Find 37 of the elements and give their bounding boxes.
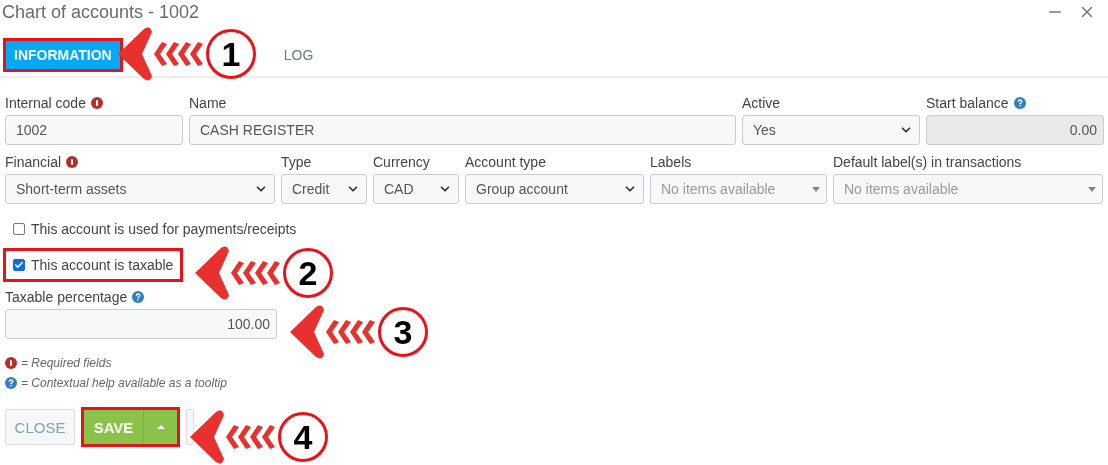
field-label: Currency: [373, 153, 430, 170]
window-title: Chart of accounts - 1002: [2, 1, 200, 23]
checkbox-label: This account is taxable: [31, 257, 174, 273]
step-number: 4: [278, 412, 328, 462]
extra-button[interactable]: [186, 409, 194, 445]
field-label: Active: [742, 94, 781, 111]
required-icon: [5, 357, 17, 369]
step-number: 3: [378, 307, 428, 357]
field-label: Financial: [5, 153, 62, 170]
select-field[interactable]: Group account: [465, 174, 644, 204]
select-field[interactable]: Yes: [742, 115, 920, 145]
tab[interactable]: LOG: [272, 38, 325, 72]
text-field[interactable]: 100.00: [5, 309, 277, 339]
field-label: Type: [281, 153, 312, 170]
caret-icon: [1088, 186, 1096, 192]
select-field[interactable]: Credit: [281, 174, 367, 204]
caret-icon: [812, 186, 820, 192]
select-field[interactable]: CAD: [373, 174, 459, 204]
step-number: 2: [283, 248, 333, 298]
readonly-field: 0.00: [926, 115, 1104, 145]
legend-text: = Required fields: [21, 356, 112, 370]
checkbox[interactable]: [13, 259, 25, 271]
field-label: Taxable percentage: [5, 288, 128, 305]
text-field[interactable]: 1002: [5, 115, 183, 145]
field-label: Name: [189, 94, 227, 111]
step-number: 1: [206, 29, 256, 79]
help-icon: [5, 377, 17, 389]
field-label: Account type: [465, 153, 546, 170]
field-label: Labels: [650, 153, 692, 170]
field-label: Internal code: [5, 94, 86, 111]
checkbox[interactable]: [13, 223, 25, 235]
field-label: Default label(s) in transactions: [833, 153, 1022, 170]
legend-text: = Contextual help available as a tooltip: [21, 376, 227, 390]
text-field[interactable]: CASH REGISTER: [189, 115, 736, 145]
checkbox-label: This account is used for payments/receipts: [31, 221, 297, 237]
select-field[interactable]: Short-term assets: [5, 174, 275, 204]
field-label: Start balance: [926, 94, 1009, 111]
